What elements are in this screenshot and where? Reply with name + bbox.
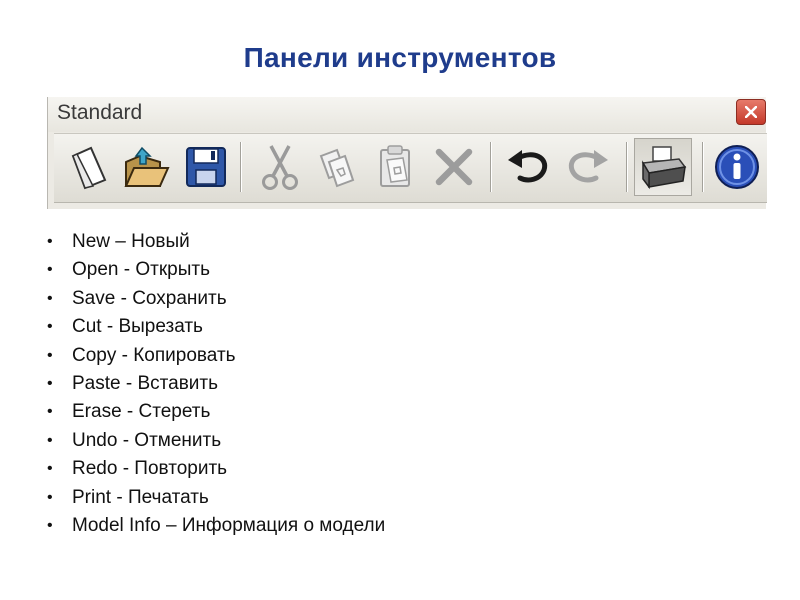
- list-item: Erase - Стереть: [45, 398, 385, 427]
- toolbar-separator: [702, 142, 704, 192]
- copy-button[interactable]: [310, 138, 366, 196]
- toolbar-separator: [490, 142, 492, 192]
- close-icon: [745, 106, 757, 118]
- redo-button[interactable]: [560, 138, 616, 196]
- toolbar-icon-strip: [54, 133, 767, 203]
- save-button[interactable]: [178, 138, 234, 196]
- cut-button[interactable]: [252, 138, 308, 196]
- paste-button[interactable]: [368, 138, 424, 196]
- toolbar-separator: [626, 142, 628, 192]
- print-button[interactable]: [634, 138, 692, 196]
- list-item: Open - Открыть: [45, 256, 385, 285]
- toolbar-separator: [240, 142, 242, 192]
- standard-toolbar: Standard: [47, 97, 767, 209]
- list-item: Paste - Вставить: [45, 370, 385, 399]
- toolbar-title: Standard: [57, 101, 143, 124]
- list-item: Copy - Копировать: [45, 342, 385, 371]
- model-info-button[interactable]: [709, 138, 765, 196]
- list-item: Cut - Вырезать: [45, 313, 385, 342]
- new-document-icon: [71, 146, 107, 190]
- paste-clipboard-icon: [380, 145, 410, 187]
- open-button[interactable]: [118, 138, 174, 196]
- new-button[interactable]: [62, 138, 118, 196]
- list-item: Save - Сохранить: [45, 285, 385, 314]
- undo-arrow-icon: [508, 150, 548, 183]
- erase-x-icon: [435, 148, 473, 186]
- undo-button[interactable]: [500, 138, 556, 196]
- erase-button[interactable]: [426, 138, 482, 196]
- info-icon: [715, 145, 759, 189]
- list-item: Model Info – Информация о модели: [45, 512, 385, 541]
- scissors-icon: [262, 145, 298, 190]
- floppy-disk-icon: [186, 147, 226, 187]
- list-item: New – Новый: [45, 228, 385, 257]
- copy-icon: [319, 148, 355, 188]
- list-item: Redo - Повторить: [45, 455, 385, 484]
- printer-icon: [641, 146, 687, 190]
- tool-description-list: New – Новый Open - Открыть Save - Сохран…: [45, 228, 385, 541]
- toolbar-close-button[interactable]: [736, 99, 766, 125]
- toolbar-header: Standard: [48, 97, 766, 132]
- page-title: Панели инструментов: [243, 42, 557, 73]
- list-item: Undo - Отменить: [45, 427, 385, 456]
- open-folder-icon: [124, 146, 170, 187]
- redo-arrow-icon: [568, 150, 608, 183]
- list-item: Print - Печатать: [45, 484, 385, 513]
